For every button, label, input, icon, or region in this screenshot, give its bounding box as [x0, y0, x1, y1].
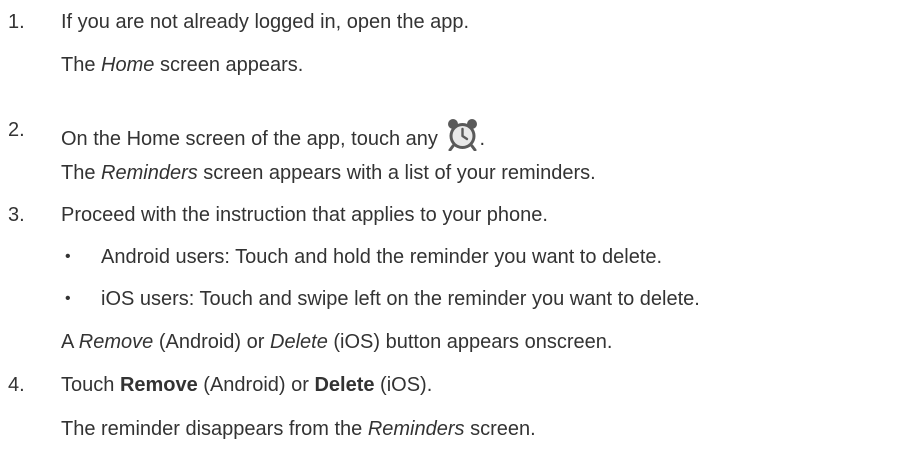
step-text: Touch Remove (Android) or Delete (iOS).: [61, 374, 433, 396]
step-text: If you are not already logged in, open t…: [61, 11, 470, 33]
step-number: 1.: [8, 11, 25, 33]
step-number: 4.: [8, 374, 25, 396]
bullet-text: iOS users: Touch and swipe left on the r…: [101, 288, 700, 310]
step-result: The Home screen appears.: [61, 54, 304, 76]
bullet-marker: •: [65, 290, 71, 307]
bullet-text: Android users: Touch and hold the remind…: [101, 246, 663, 268]
instructions-page: { "steps": [ { "number": "1.", "text": "…: [0, 0, 921, 465]
step-result: A Remove (Android) or Delete (iOS) butto…: [61, 331, 613, 353]
step-number: 3.: [8, 204, 25, 226]
step-text: Proceed with the instruction that applie…: [61, 204, 548, 226]
alarm-clock-icon: [446, 118, 479, 152]
step-text: On the Home screen of the app, touch any…: [61, 118, 485, 152]
step-result: The Reminders screen appears with a list…: [61, 162, 596, 184]
bullet-marker: •: [65, 248, 71, 265]
step-number: 2.: [8, 119, 25, 141]
step-result: The reminder disappears from the Reminde…: [61, 418, 536, 440]
